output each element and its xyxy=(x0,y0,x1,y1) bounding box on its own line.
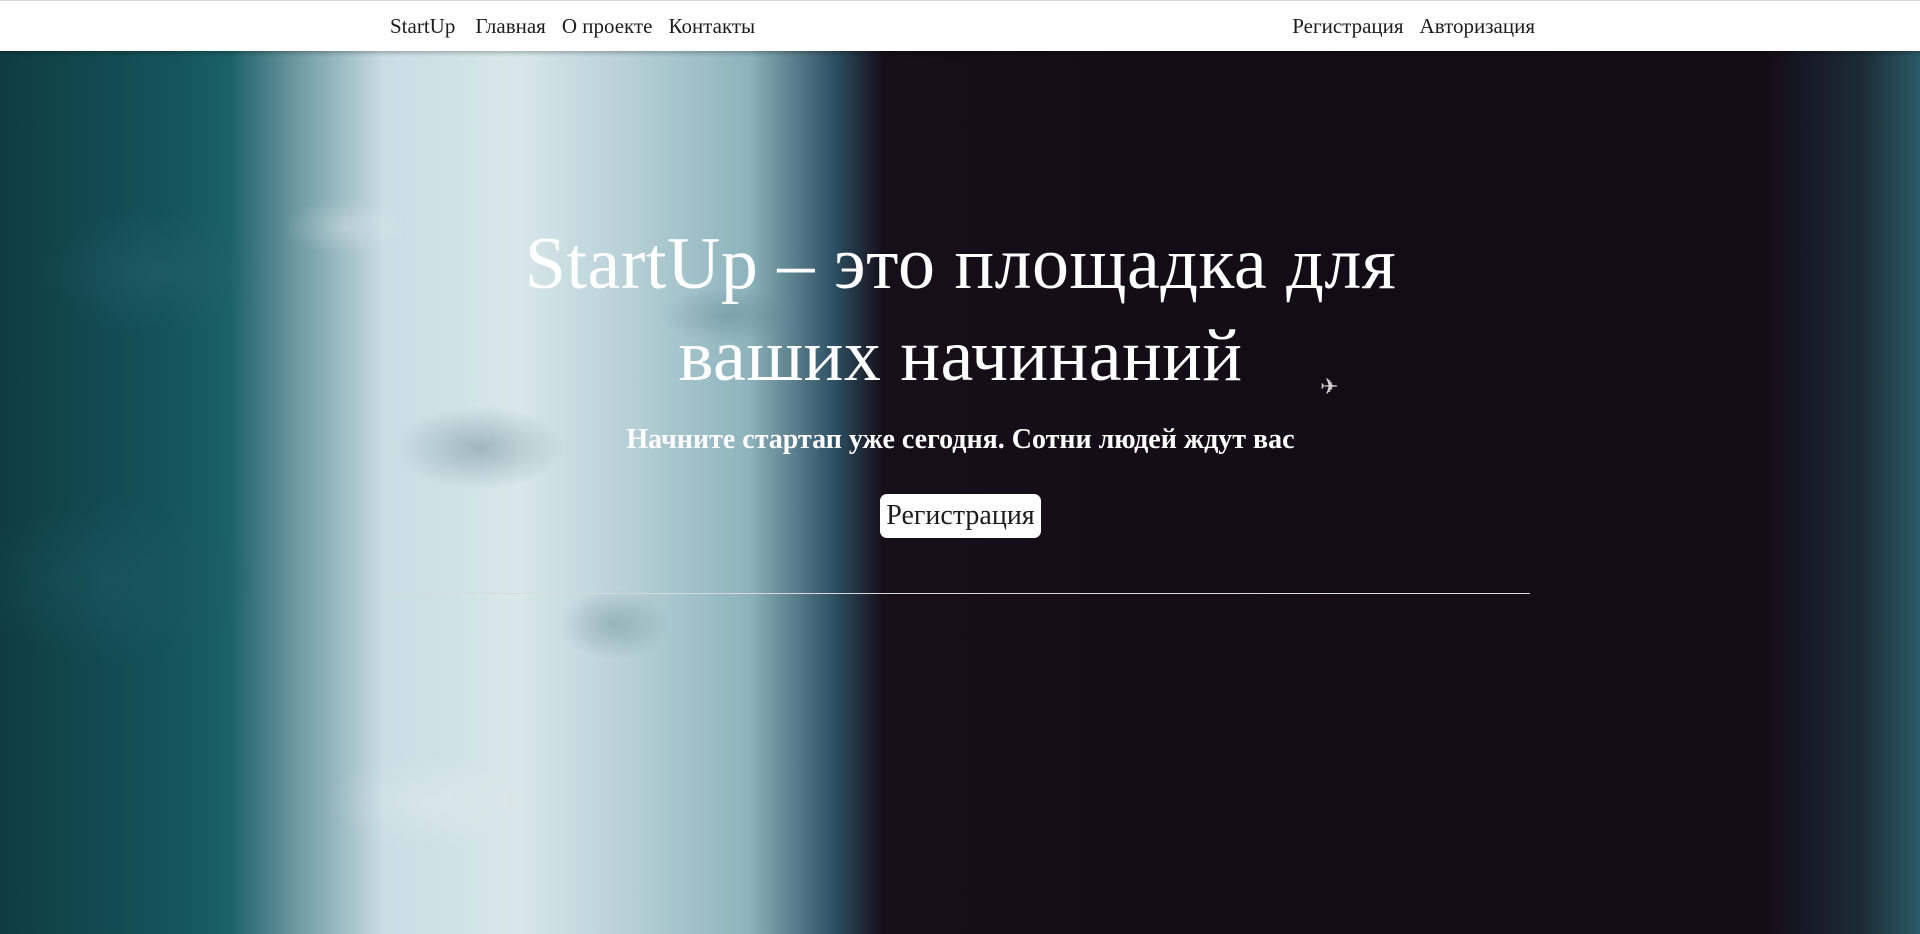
register-button[interactable]: Регистрация xyxy=(880,494,1041,538)
nav-right: Регистрация Авторизация xyxy=(1292,14,1535,39)
nav-left: StartUp Главная О проекте Контакты xyxy=(390,14,771,39)
hero-subtitle: Начните стартап уже сегодня. Сотни людей… xyxy=(626,424,1295,455)
nav-link-about[interactable]: О проекте xyxy=(562,14,653,39)
navbar-inner: StartUp Главная О проекте Контакты Регис… xyxy=(390,1,1535,51)
nav-link-contacts[interactable]: Контакты xyxy=(668,14,755,39)
navbar: StartUp Главная О проекте Контакты Регис… xyxy=(0,0,1920,51)
hero-title: StartUp – это площадка для ваших начинан… xyxy=(524,223,1397,397)
hero-divider xyxy=(390,593,1530,594)
hero-section: ✈ StartUp – это площадка для ваших начин… xyxy=(0,50,1920,934)
hero-content: StartUp – это площадка для ваших начинан… xyxy=(390,100,1531,538)
nav-link-register[interactable]: Регистрация xyxy=(1292,14,1403,39)
brand-link[interactable]: StartUp xyxy=(390,14,455,39)
nav-link-login[interactable]: Авторизация xyxy=(1420,14,1535,39)
nav-link-home[interactable]: Главная xyxy=(475,14,546,39)
